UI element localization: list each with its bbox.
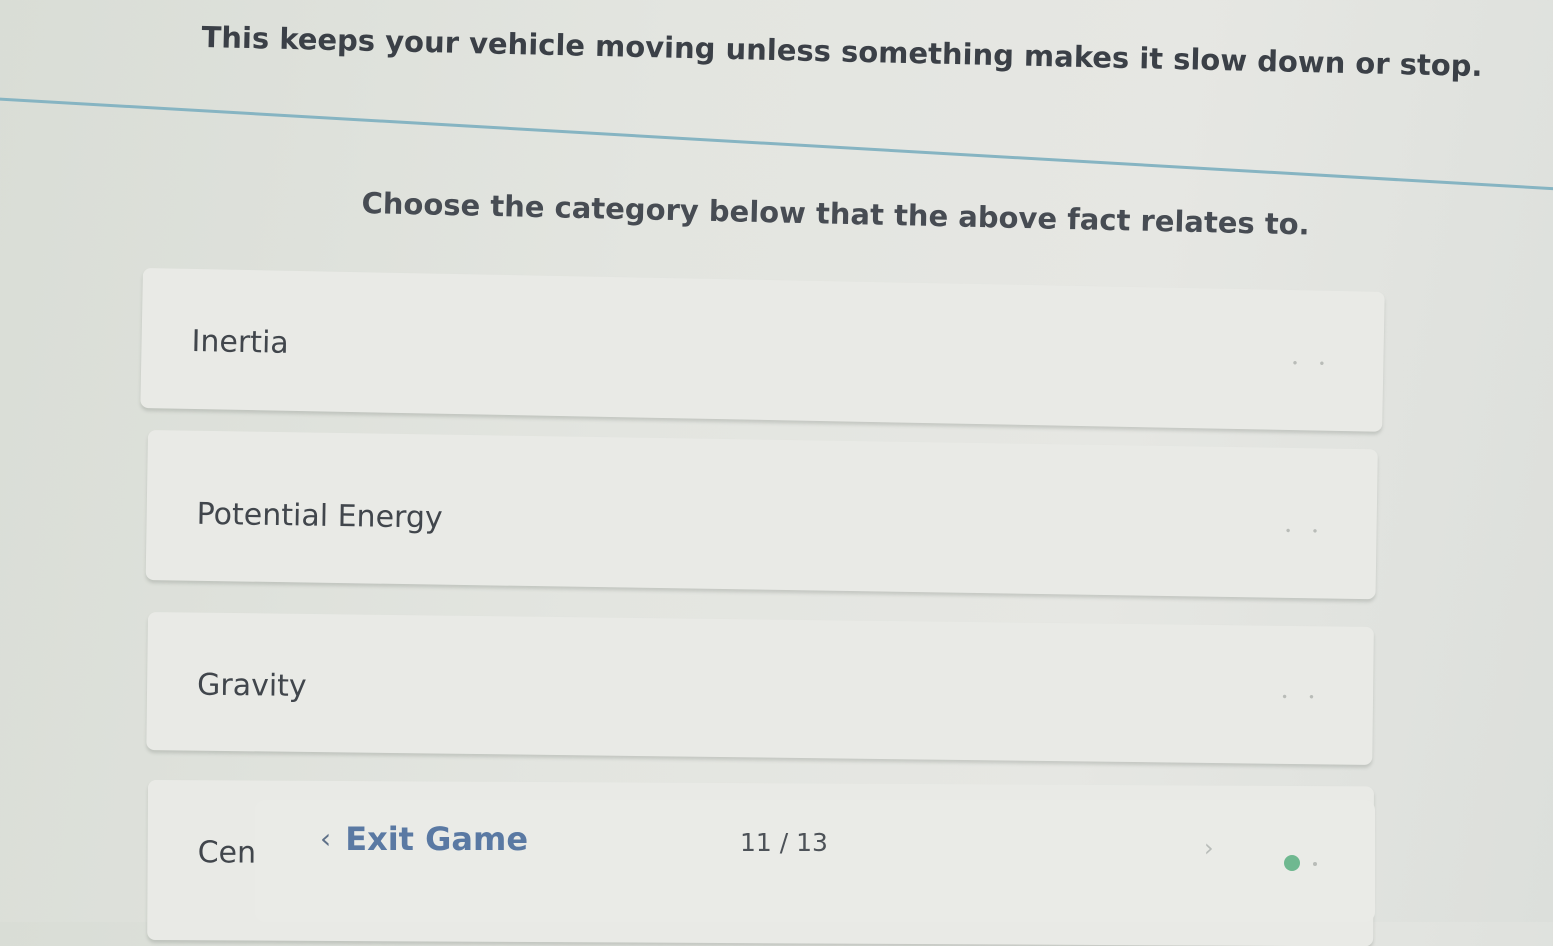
exit-game-button[interactable]: ‹ Exit Game [320, 820, 528, 858]
chevron-right-icon[interactable]: › [1204, 836, 1214, 860]
dots-icon: • • [1291, 356, 1334, 371]
page-counter: 11 / 13 [740, 828, 828, 857]
answer-option-label: Potential Energy [196, 496, 443, 536]
answer-option-potential-energy[interactable]: Potential Energy • • [145, 430, 1378, 600]
dots-icon: • • [1280, 689, 1324, 705]
chevron-left-icon: ‹ [320, 822, 332, 855]
status-dot-icon [1284, 855, 1300, 871]
small-dot-icon [1313, 862, 1317, 866]
answer-option-gravity[interactable]: Gravity • • [146, 612, 1374, 765]
answer-option-label: Inertia [191, 323, 290, 361]
answer-option-label: Gravity [196, 667, 307, 704]
answer-option-inertia[interactable]: Inertia • • [140, 268, 1385, 432]
question-prompt: Choose the category below that the above… [361, 186, 1311, 242]
fact-text: This keeps your vehicle moving unless so… [201, 20, 1483, 84]
divider [0, 97, 1553, 191]
dots-icon: • • [1284, 523, 1327, 539]
answer-option-label: Cen [197, 835, 257, 871]
exit-game-label: Exit Game [345, 820, 529, 858]
